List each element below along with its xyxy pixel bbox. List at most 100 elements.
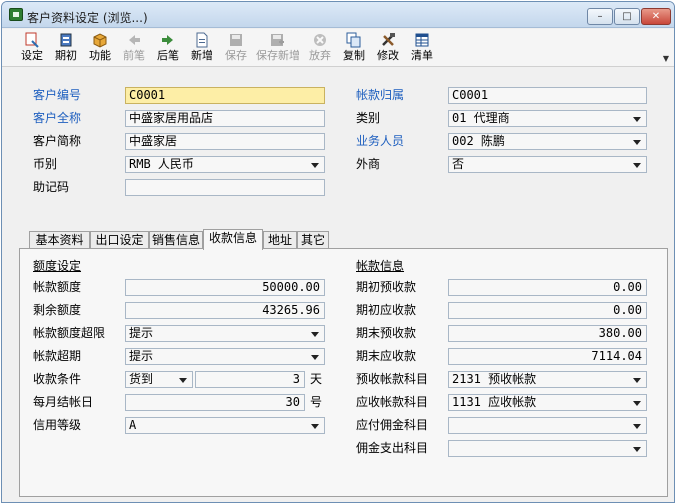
- new-label: 新增: [191, 49, 213, 62]
- discard-button[interactable]: 放弃: [306, 31, 334, 65]
- customer-code-label: 客户编号: [33, 88, 82, 102]
- days-unit: 天: [310, 372, 323, 386]
- memo-code-field[interactable]: [125, 179, 325, 196]
- toolbar: 设定 期初 功能 前笔 后笔 新增 保存 保存新增 放弃 复制 修改 清单 ▼: [2, 29, 674, 67]
- customer-shortname-label: 客户简称: [33, 134, 82, 148]
- edit-tools-icon: [380, 32, 396, 48]
- customer-fullname-label: 客户全称: [33, 111, 82, 125]
- next-record-button[interactable]: 后笔: [154, 31, 182, 65]
- remaining-credit-label: 剩余额度: [33, 303, 82, 317]
- overdue-select[interactable]: 提示: [125, 348, 325, 365]
- customer-code-field[interactable]: C0001: [125, 87, 325, 104]
- app-icon: [9, 8, 23, 21]
- close-button[interactable]: ✕: [641, 8, 671, 25]
- tab-sales-info[interactable]: 销售信息: [149, 231, 203, 249]
- next-record-label: 后笔: [157, 49, 179, 62]
- ending-prepaid-field[interactable]: 380.00: [448, 325, 647, 342]
- copy-button[interactable]: 复制: [340, 31, 368, 65]
- tab-other[interactable]: 其它: [297, 231, 329, 249]
- copy-icon: [346, 32, 362, 48]
- save-and-new-button[interactable]: 保存新增: [256, 31, 300, 65]
- tab-payment-info[interactable]: 收款信息: [203, 229, 263, 250]
- receivable-subject-select[interactable]: 1131 应收帐款: [448, 394, 647, 411]
- save-button[interactable]: 保存: [222, 31, 250, 65]
- payment-terms-label: 收款条件: [33, 372, 82, 386]
- window-title: 客户资料设定 (浏览...): [27, 11, 148, 25]
- arrow-right-icon: [160, 32, 176, 48]
- list-label: 清单: [411, 49, 433, 62]
- overdue-label: 帐款超期: [33, 349, 82, 363]
- receivable-subject-label: 应收帐款科目: [356, 395, 429, 409]
- credit-limit-label: 帐款额度: [33, 280, 82, 294]
- opening-receivable-label: 期初应收款: [356, 303, 417, 317]
- previous-record-button[interactable]: 前笔: [120, 31, 148, 65]
- save-label: 保存: [225, 49, 247, 62]
- payment-terms-days-field[interactable]: 3: [195, 371, 305, 388]
- credit-section-title: 额度设定: [33, 259, 82, 273]
- customer-shortname-field[interactable]: 中盛家居: [125, 133, 325, 150]
- salesperson-label: 业务人员: [356, 134, 405, 148]
- currency-label: 币别: [33, 157, 58, 171]
- memo-code-label: 助记码: [33, 180, 70, 194]
- credit-grade-select[interactable]: A: [125, 417, 325, 434]
- toolbar-overflow-icon[interactable]: ▼: [663, 54, 669, 63]
- list-icon: [414, 32, 430, 48]
- period-label: 期初: [55, 49, 77, 62]
- monthly-close-label: 每月结帐日: [33, 395, 94, 409]
- title-bar: 客户资料设定 (浏览...) – □ ✕: [2, 2, 674, 28]
- minimize-button[interactable]: –: [587, 8, 613, 25]
- commission-payable-select[interactable]: [448, 417, 647, 434]
- maximize-button[interactable]: □: [614, 8, 640, 25]
- period-icon: [58, 32, 74, 48]
- category-select[interactable]: 01 代理商: [448, 110, 647, 127]
- prepaid-subject-select[interactable]: 2131 预收帐款: [448, 371, 647, 388]
- save-and-new-label: 保存新增: [256, 49, 300, 62]
- monthly-close-field[interactable]: 30: [125, 394, 305, 411]
- over-limit-label: 帐款额度超限: [33, 326, 106, 340]
- day-of-month-unit: 号: [310, 395, 323, 409]
- new-doc-icon: [194, 32, 210, 48]
- account-section-title: 帐款信息: [356, 259, 405, 273]
- arrow-left-icon: [126, 32, 142, 48]
- currency-select[interactable]: RMB 人民币: [125, 156, 325, 173]
- settings-icon: [24, 32, 40, 48]
- payment-terms-select[interactable]: 货到: [125, 371, 193, 388]
- opening-prepaid-field[interactable]: 0.00: [448, 279, 647, 296]
- function-box-icon: [92, 32, 108, 48]
- settings-label: 设定: [21, 49, 43, 62]
- previous-record-label: 前笔: [123, 49, 145, 62]
- function-label: 功能: [89, 49, 111, 62]
- ending-prepaid-label: 期末预收款: [356, 326, 417, 340]
- foreign-select[interactable]: 否: [448, 156, 647, 173]
- copy-label: 复制: [343, 49, 365, 62]
- tab-export-settings[interactable]: 出口设定: [90, 231, 149, 249]
- commission-payable-label: 应付佣金科目: [356, 418, 429, 432]
- list-button[interactable]: 清单: [408, 31, 436, 65]
- ending-receivable-field[interactable]: 7114.04: [448, 348, 647, 365]
- function-button[interactable]: 功能: [86, 31, 114, 65]
- salesperson-select[interactable]: 002 陈鹏: [448, 133, 647, 150]
- customer-fullname-field[interactable]: 中盛家居用品店: [125, 110, 325, 127]
- save-icon: [228, 32, 244, 48]
- tab-address[interactable]: 地址: [263, 231, 297, 249]
- commission-expense-label: 佣金支出科目: [356, 441, 429, 455]
- account-owner-field[interactable]: C0001: [448, 87, 647, 104]
- edit-button[interactable]: 修改: [374, 31, 402, 65]
- period-button[interactable]: 期初: [52, 31, 80, 65]
- save-new-icon: [269, 32, 285, 48]
- ending-receivable-label: 期末应收款: [356, 349, 417, 363]
- foreign-label: 外商: [356, 157, 381, 171]
- over-limit-select[interactable]: 提示: [125, 325, 325, 342]
- tab-basic-info[interactable]: 基本资料: [29, 231, 90, 249]
- settings-button[interactable]: 设定: [18, 31, 46, 65]
- discard-label: 放弃: [309, 49, 331, 62]
- category-label: 类别: [356, 111, 381, 125]
- edit-label: 修改: [377, 49, 399, 62]
- new-button[interactable]: 新增: [188, 31, 216, 65]
- discard-icon: [312, 32, 328, 48]
- credit-limit-field[interactable]: 50000.00: [125, 279, 325, 296]
- opening-receivable-field[interactable]: 0.00: [448, 302, 647, 319]
- remaining-credit-field[interactable]: 43265.96: [125, 302, 325, 319]
- commission-expense-select[interactable]: [448, 440, 647, 457]
- customer-settings-window: 客户资料设定 (浏览...) – □ ✕ 设定 期初 功能 前笔 后笔 新增 保…: [1, 1, 675, 503]
